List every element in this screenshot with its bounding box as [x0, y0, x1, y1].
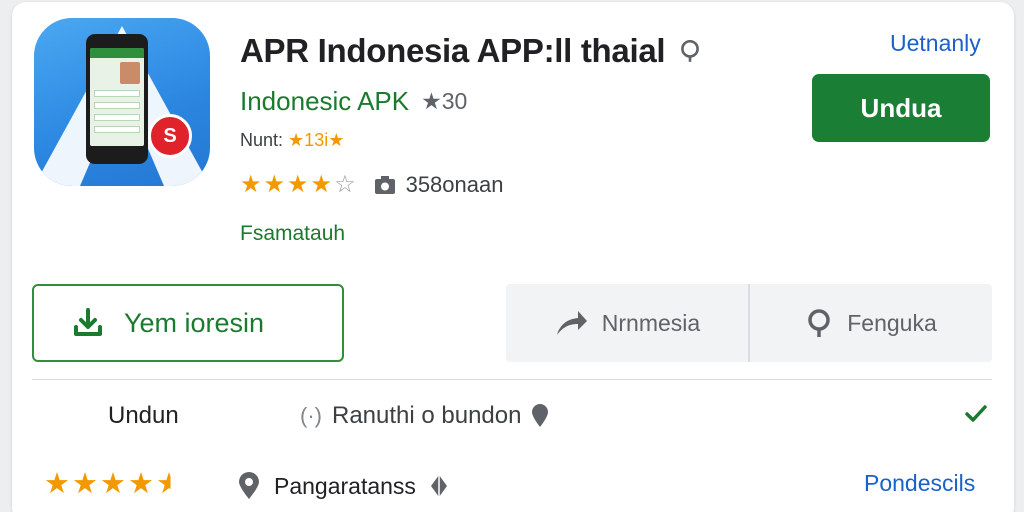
location-pin-icon — [681, 39, 700, 62]
app-title-text: APR Indonesia APP:ll thaial — [240, 32, 666, 69]
star-filled-icon: ★ — [310, 171, 333, 198]
location-pin-icon — [239, 472, 259, 499]
check-icon[interactable] — [964, 404, 988, 424]
rating-row: ★ ★ ★ ★ ☆ 358onaan — [240, 172, 503, 198]
location-action[interactable]: Fenguka — [750, 284, 992, 362]
app-subtitle: Indonesic APK ★30 — [240, 86, 467, 117]
star-filled-icon: ★ — [240, 171, 262, 198]
info-label: Undun — [108, 402, 179, 429]
app-icon: S — [34, 18, 210, 186]
share-arrow-icon — [556, 311, 587, 335]
location-detail-text: Pangaratanss — [274, 472, 416, 499]
star-filled-icon: ★ — [287, 171, 309, 198]
share-action-label: Nrnmesia — [601, 309, 701, 336]
top-link[interactable]: Uetnanly — [890, 30, 981, 57]
app-badge: S — [148, 114, 192, 158]
star-filled-icon: ★ — [44, 468, 70, 500]
location-pin-icon — [532, 404, 549, 427]
install-button[interactable]: Undua — [812, 74, 990, 142]
app-title: APR Indonesia APP:ll thaial — [240, 32, 703, 70]
camera-icon — [374, 176, 395, 194]
share-action[interactable]: Nrnmesia — [506, 284, 748, 362]
bottom-star-rating: ★ ★ ★ ★ ★ — [44, 470, 182, 499]
phone-illustration — [86, 34, 148, 164]
divider-line — [32, 379, 992, 380]
info-detail: (·) Ranuthi o bundon — [300, 402, 549, 430]
developer-line: Nunt: ★13i★ — [240, 130, 344, 151]
app-subtitle-text: Indonesic APK — [240, 86, 410, 116]
secondary-actions: Nrnmesia Fenguka — [506, 284, 992, 362]
star-rating: ★ ★ ★ ★ ☆ — [240, 173, 356, 197]
star-half-icon: ★ — [156, 468, 182, 500]
downloads-info: 358onaan — [374, 172, 504, 198]
rating-note: ★30 — [421, 88, 468, 114]
developer-prefix: Nunt: — [240, 130, 284, 150]
location-pin-icon — [808, 309, 830, 337]
download-icon — [74, 308, 102, 336]
star-filled-icon: ★ — [72, 468, 98, 500]
star-empty-icon: ☆ — [334, 171, 356, 198]
star-filled-icon: ★ — [128, 468, 154, 500]
diamond-icon — [430, 475, 447, 497]
app-category[interactable]: Fsamatauh — [240, 222, 345, 246]
primary-action-button[interactable]: Yem ioresin — [32, 284, 344, 362]
developer-stars-note: ★13i★ — [288, 130, 345, 150]
star-filled-icon: ★ — [100, 468, 126, 500]
info-paren: (·) — [300, 403, 322, 428]
primary-action-label: Yem ioresin — [124, 307, 265, 338]
bottom-link[interactable]: Pondescils — [864, 470, 975, 497]
downloads-count: 358onaan — [405, 172, 504, 197]
location-action-label: Fenguka — [847, 309, 937, 336]
star-filled-icon: ★ — [263, 171, 286, 198]
info-detail-text: Ranuthi o bundon — [331, 402, 522, 429]
location-detail: Pangaratanss — [238, 472, 448, 500]
